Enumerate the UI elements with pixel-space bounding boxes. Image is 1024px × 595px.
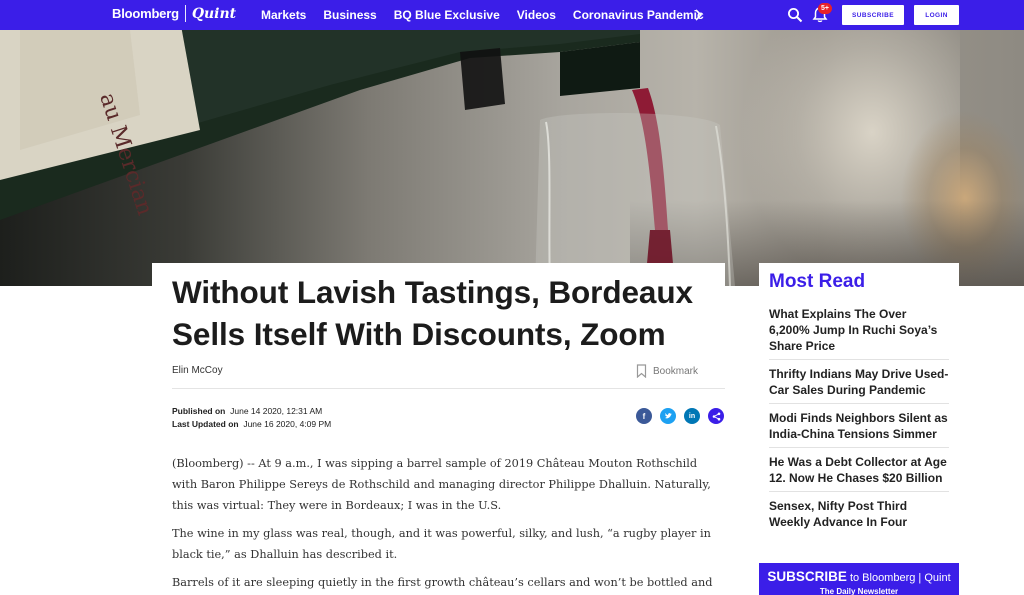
nav-link-markets[interactable]: Markets xyxy=(261,8,306,22)
newsletter-subline: The Daily Newsletter xyxy=(819,587,899,595)
notification-badge: 5+ xyxy=(818,3,832,14)
logo-divider xyxy=(184,5,186,22)
bookmark-label: Bookmark xyxy=(653,365,699,377)
twitter-icon[interactable] xyxy=(660,408,676,424)
logo-quint: Quint xyxy=(191,5,237,22)
site-logo[interactable]: Bloomberg Quint xyxy=(112,5,236,22)
nav-links: Markets Business BQ Blue Exclusive Video… xyxy=(261,0,721,30)
article-paragraph: Barrels of it are sleeping quietly in th… xyxy=(172,576,713,589)
login-button[interactable]: LOGIN xyxy=(914,5,959,25)
newsletter-subscribe-word: SUBSCRIBE xyxy=(767,569,847,584)
share-buttons: f in xyxy=(636,408,724,424)
published-date: June 14 2020, 12:31 AM xyxy=(230,406,323,416)
article-body: (Bloomberg) -- At 9 a.m., I was sipping … xyxy=(172,453,717,595)
subscribe-button[interactable]: SUBSCRIBE xyxy=(842,5,904,25)
top-nav: Bloomberg Quint Markets Business BQ Blue… xyxy=(0,0,1024,30)
most-read-item[interactable]: What Explains The Over 6,200% Jump In Ru… xyxy=(769,306,949,360)
newsletter-to-text: to Bloomberg | Quint xyxy=(849,572,951,584)
article-card: Without Lavish Tastings, Bordeaux Sells … xyxy=(152,263,725,595)
article-headline: Without Lavish Tastings, Bordeaux Sells … xyxy=(172,274,693,352)
nav-link-coronavirus-pandemic[interactable]: Coronavirus Pandemic xyxy=(573,8,704,22)
bookmark-button[interactable]: Bookmark xyxy=(636,364,698,378)
article-divider xyxy=(172,388,725,389)
share-icon[interactable] xyxy=(708,408,724,424)
most-read-item[interactable]: Modi Finds Neighbors Silent as India-Chi… xyxy=(769,410,949,448)
article-paragraph: (Bloomberg) -- At 9 a.m., I was sipping … xyxy=(172,457,711,512)
most-read-panel: Most Read What Explains The Over 6,200% … xyxy=(759,263,959,553)
nav-link-videos[interactable]: Videos xyxy=(517,8,556,22)
article-paragraph: The wine in my glass was real, though, a… xyxy=(172,527,711,561)
hero-image: au Mercian xyxy=(0,30,1024,286)
article-author[interactable]: Elin McCoy xyxy=(172,365,223,376)
most-read-item[interactable]: Thrifty Indians May Drive Used-Car Sales… xyxy=(769,366,949,404)
nav-link-bq-blue-exclusive[interactable]: BQ Blue Exclusive xyxy=(394,8,500,22)
most-read-title: Most Read xyxy=(769,271,866,292)
logo-bloomberg: Bloomberg xyxy=(112,6,179,21)
published-label: Published on xyxy=(172,406,226,416)
newsletter-subscribe-box[interactable]: SUBSCRIBE to Bloomberg | Quint The Daily… xyxy=(759,563,959,595)
bookmark-icon xyxy=(636,364,647,378)
article-dates: Published on June 14 2020, 12:31 AM Last… xyxy=(172,405,331,430)
facebook-icon[interactable]: f xyxy=(636,408,652,424)
most-read-item[interactable]: Sensex, Nifty Post Third Weekly Advance … xyxy=(769,498,949,535)
most-read-list: What Explains The Over 6,200% Jump In Ru… xyxy=(769,306,949,541)
nav-link-business[interactable]: Business xyxy=(323,8,376,22)
updated-date: June 16 2020, 4:09 PM xyxy=(243,418,332,429)
chevron-right-icon[interactable] xyxy=(690,7,706,23)
linkedin-icon[interactable]: in xyxy=(684,408,700,424)
wine-pouring-illustration xyxy=(0,30,735,286)
most-read-item[interactable]: He Was a Debt Collector at Age 12. Now H… xyxy=(769,454,949,492)
updated-label: Last Updated on xyxy=(172,418,239,429)
search-icon[interactable] xyxy=(787,7,803,23)
